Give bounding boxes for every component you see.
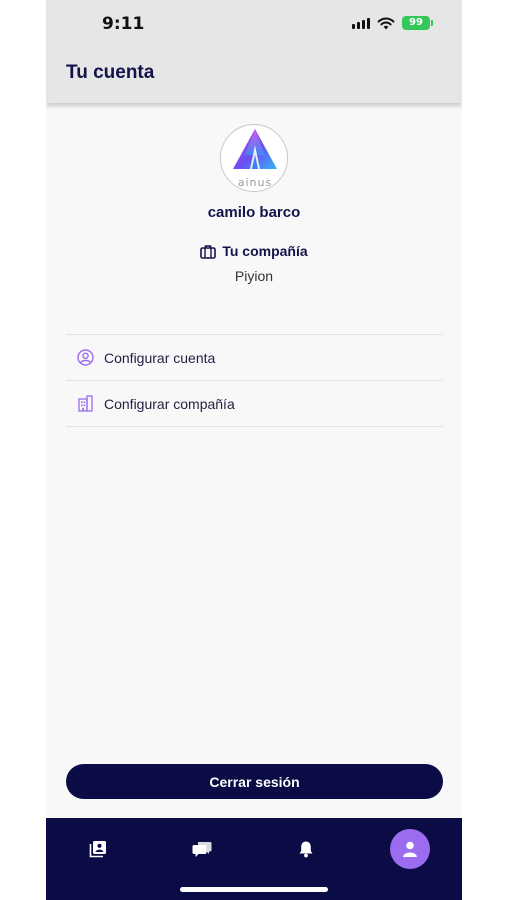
page-title: Tu cuenta xyxy=(66,62,155,83)
tab-profile[interactable] xyxy=(390,829,430,869)
settings-menu: Configurar cuenta Configurar compañía xyxy=(66,334,443,427)
battery-icon: 99 xyxy=(402,16,433,30)
menu-item-configurar-compania[interactable]: Configurar compañía xyxy=(66,381,443,427)
logo-wordmark: ainus xyxy=(238,176,272,189)
contacts-icon xyxy=(89,841,106,858)
status-time: 9:11 xyxy=(102,14,145,34)
app-screen: 9:11 99 Tu cuenta ainus camilo barco Tu … xyxy=(46,0,462,900)
wifi-icon xyxy=(377,17,395,29)
company-logo: ainus xyxy=(220,124,288,192)
company-heading: Tu compañía xyxy=(46,243,462,259)
signal-icon xyxy=(352,17,370,29)
user-name: camilo barco xyxy=(207,204,301,221)
user-circle-icon xyxy=(76,349,94,367)
tab-notifications[interactable] xyxy=(286,829,326,869)
building-icon xyxy=(76,395,94,413)
menu-item-configurar-cuenta[interactable]: Configurar cuenta xyxy=(66,335,443,381)
tab-contacts[interactable] xyxy=(78,829,118,869)
home-indicator xyxy=(180,887,328,892)
briefcase-icon xyxy=(200,244,217,259)
bell-icon xyxy=(299,841,313,858)
status-icons: 99 xyxy=(352,16,433,30)
menu-item-label: Configurar cuenta xyxy=(104,349,216,366)
status-bar: 9:11 99 xyxy=(46,0,462,50)
company-label: Tu compañía xyxy=(222,243,308,259)
company-name: Piyion xyxy=(234,268,274,284)
bottom-tab-bar xyxy=(46,818,462,900)
tab-chat[interactable] xyxy=(182,829,222,869)
chat-icon xyxy=(192,842,212,857)
menu-item-label: Configurar compañía xyxy=(104,395,235,412)
header: 9:11 99 Tu cuenta xyxy=(46,0,462,103)
logout-button[interactable]: Cerrar sesión xyxy=(66,764,443,799)
user-icon xyxy=(403,841,417,857)
